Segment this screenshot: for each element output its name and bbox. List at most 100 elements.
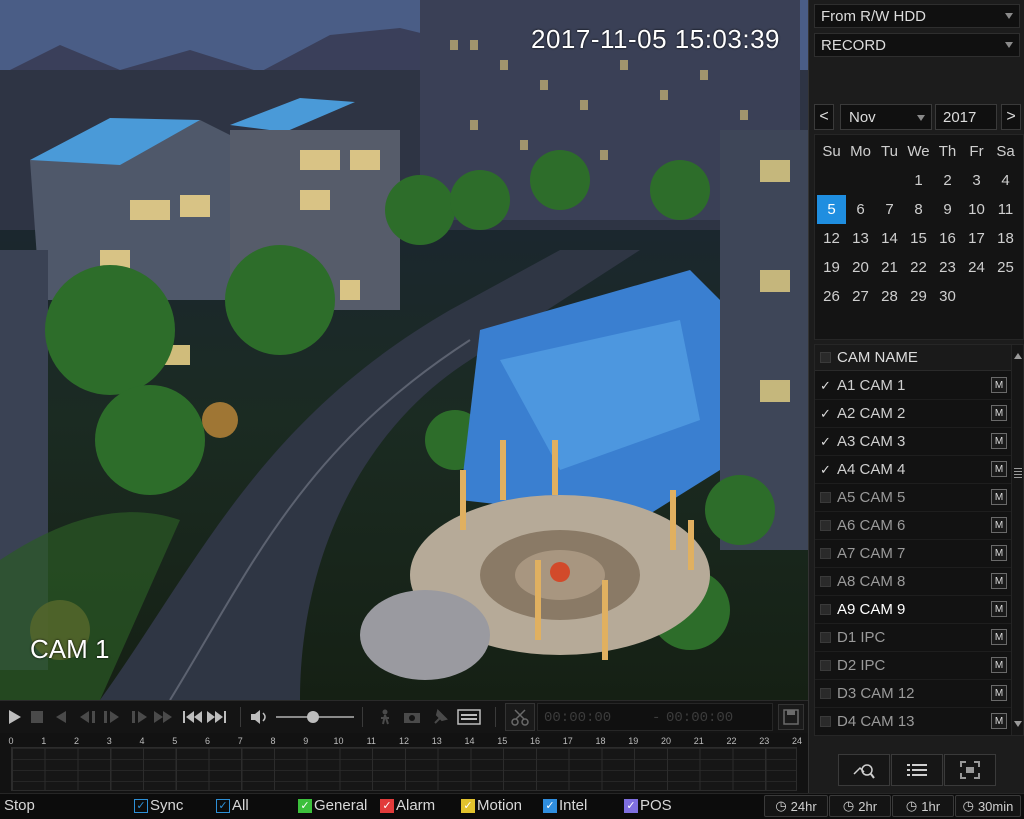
calendar-day[interactable]: 3 <box>962 166 991 195</box>
calendar-day[interactable]: 27 <box>846 282 875 311</box>
play-icon[interactable] <box>6 707 24 727</box>
camera-mark-button[interactable]: M <box>991 489 1007 505</box>
camera-list-item[interactable]: D1 IPC M <box>815 624 1013 652</box>
camera-list-item[interactable]: A5 CAM 5 M <box>815 484 1013 512</box>
calendar-day[interactable]: 26 <box>817 282 846 311</box>
camera-list-scrollbar[interactable] <box>1011 345 1023 735</box>
camera-mark-button[interactable]: M <box>991 713 1007 729</box>
camera-mark-button[interactable]: M <box>991 461 1007 477</box>
calendar-day[interactable]: 24 <box>962 253 991 282</box>
calendar-day[interactable]: 16 <box>933 224 962 253</box>
next-frame-icon[interactable] <box>102 707 122 727</box>
camera-checkbox[interactable] <box>820 660 831 671</box>
camera-checkbox[interactable] <box>820 604 831 615</box>
checkmark-icon[interactable]: ✓ <box>820 378 831 393</box>
range-2hr-button[interactable]: ◷ 2hr <box>829 795 891 817</box>
camera-list-item[interactable]: D2 IPC M <box>815 652 1013 680</box>
legend-alarm[interactable]: ✓ Alarm <box>380 797 435 814</box>
all-checkbox[interactable]: ✓ All <box>216 797 249 814</box>
scroll-thumb[interactable] <box>1014 468 1022 478</box>
month-dropdown[interactable]: Nov <box>840 104 932 130</box>
slow-play-icon[interactable] <box>130 707 150 727</box>
calendar-day[interactable]: 30 <box>933 282 962 311</box>
calendar-day[interactable]: 17 <box>962 224 991 253</box>
calendar-day[interactable]: 4 <box>991 166 1020 195</box>
clip-button[interactable] <box>505 703 535 731</box>
video-playback-window[interactable]: 2017-11-05 15:03:39 CAM 1 <box>0 0 808 700</box>
scroll-up-icon[interactable] <box>1014 353 1022 359</box>
camera-checkbox[interactable] <box>820 548 831 559</box>
camera-list-item[interactable]: ✓ A1 CAM 1 M <box>815 372 1013 400</box>
calendar-day[interactable]: 23 <box>933 253 962 282</box>
camera-list-item[interactable]: ✓ A3 CAM 3 M <box>815 428 1013 456</box>
checkmark-icon[interactable]: ✓ <box>820 462 831 477</box>
legend-pos[interactable]: ✓ POS <box>624 797 672 814</box>
fullscreen-button[interactable] <box>944 754 996 786</box>
smart-search-button[interactable] <box>838 754 890 786</box>
legend-general[interactable]: ✓ General <box>298 797 367 814</box>
camera-mark-button[interactable]: M <box>991 517 1007 533</box>
camera-list-item[interactable]: A9 CAM 9 M <box>815 596 1013 624</box>
checkmark-icon[interactable]: ✓ <box>820 434 831 449</box>
clip-start-time[interactable]: 00:00:00 <box>544 710 611 726</box>
scroll-down-icon[interactable] <box>1014 721 1022 727</box>
camera-mark-button[interactable]: M <box>991 629 1007 645</box>
next-month-button[interactable]: > <box>1001 104 1021 130</box>
mark-icon[interactable] <box>430 707 450 727</box>
camera-mark-button[interactable]: M <box>991 433 1007 449</box>
calendar-day-selected[interactable]: 5 <box>817 195 846 224</box>
select-all-checkbox[interactable] <box>820 352 831 363</box>
camera-mark-button[interactable]: M <box>991 573 1007 589</box>
timeline[interactable]: 0 1 2 3 4 5 6 7 8 9 10 11 12 13 14 15 16 17 18 19 20 21 22 23 24 <box>0 733 808 793</box>
camera-mark-button[interactable]: M <box>991 657 1007 673</box>
calendar-day[interactable]: 18 <box>991 224 1020 253</box>
camera-list-header[interactable]: CAM NAME <box>815 345 1013 371</box>
prev-month-button[interactable]: < <box>814 104 834 130</box>
tag-list-icon[interactable] <box>456 707 482 727</box>
calendar-day[interactable]: 6 <box>846 195 875 224</box>
calendar-day[interactable]: 1 <box>904 166 933 195</box>
calendar-day[interactable]: 19 <box>817 253 846 282</box>
camera-mark-button[interactable]: M <box>991 405 1007 421</box>
calendar-day[interactable]: 21 <box>875 253 904 282</box>
calendar-day[interactable]: 14 <box>875 224 904 253</box>
calendar-day[interactable]: 2 <box>933 166 962 195</box>
calendar-day[interactable]: 29 <box>904 282 933 311</box>
year-field[interactable]: 2017 <box>935 104 997 130</box>
stop-icon[interactable] <box>28 707 46 727</box>
next-record-icon[interactable] <box>206 707 228 727</box>
clip-end-time[interactable]: 00:00:00 <box>666 710 733 726</box>
camera-checkbox[interactable] <box>820 688 831 699</box>
range-30min-button[interactable]: ◷ 30min <box>955 795 1021 817</box>
smart-search-person-icon[interactable] <box>376 707 394 727</box>
camera-list-item[interactable]: A6 CAM 6 M <box>815 512 1013 540</box>
calendar-day[interactable]: 25 <box>991 253 1020 282</box>
camera-checkbox[interactable] <box>820 632 831 643</box>
camera-checkbox[interactable] <box>820 716 831 727</box>
calendar-day[interactable]: 12 <box>817 224 846 253</box>
calendar-day[interactable]: 7 <box>875 195 904 224</box>
camera-list-item[interactable]: A7 CAM 7 M <box>815 540 1013 568</box>
calendar-day[interactable]: 20 <box>846 253 875 282</box>
source-dropdown[interactable]: From R/W HDD <box>814 4 1020 28</box>
camera-mark-button[interactable]: M <box>991 377 1007 393</box>
legend-intel[interactable]: ✓ Intel <box>543 797 587 814</box>
camera-list-item[interactable]: ✓ A2 CAM 2 M <box>815 400 1013 428</box>
legend-motion[interactable]: ✓ Motion <box>461 797 522 814</box>
calendar-day[interactable]: 22 <box>904 253 933 282</box>
calendar-day[interactable]: 10 <box>962 195 991 224</box>
camera-mark-button[interactable]: M <box>991 601 1007 617</box>
camera-checkbox[interactable] <box>820 576 831 587</box>
snapshot-icon[interactable] <box>402 707 422 727</box>
prev-frame-icon[interactable] <box>78 707 98 727</box>
record-type-dropdown[interactable]: RECORD <box>814 33 1020 57</box>
camera-list-item[interactable]: ✓ A4 CAM 4 M <box>815 456 1013 484</box>
calendar-day[interactable]: 13 <box>846 224 875 253</box>
camera-mark-button[interactable]: M <box>991 685 1007 701</box>
prev-record-icon[interactable] <box>182 707 204 727</box>
camera-mark-button[interactable]: M <box>991 545 1007 561</box>
camera-checkbox[interactable] <box>820 492 831 503</box>
range-24hr-button[interactable]: ◷ 24hr <box>764 795 828 817</box>
calendar-day[interactable]: 9 <box>933 195 962 224</box>
camera-list-item[interactable]: D3 CAM 12 M <box>815 680 1013 708</box>
